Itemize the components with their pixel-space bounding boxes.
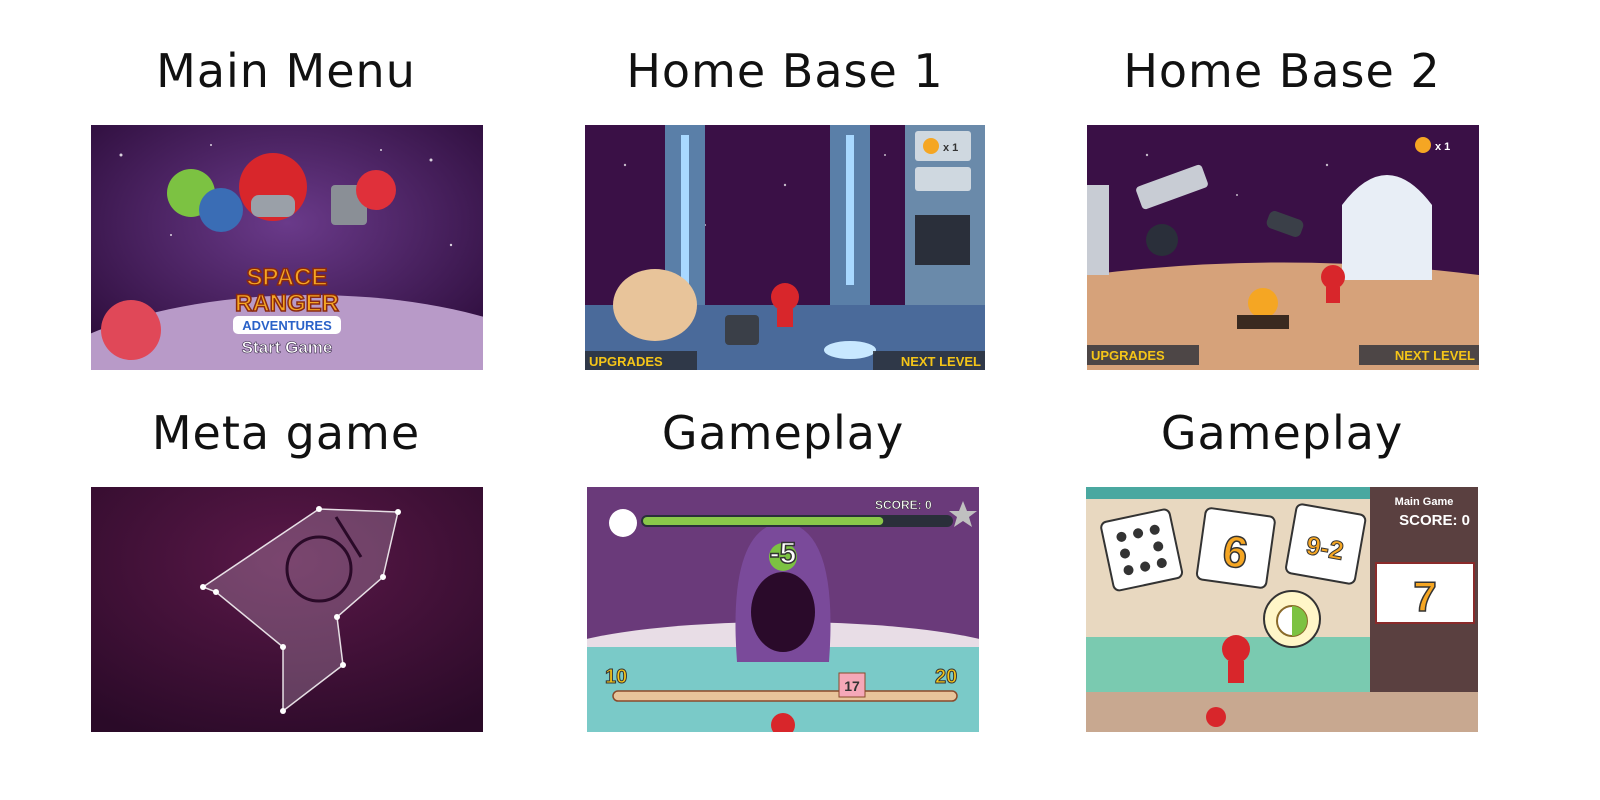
logo-space: SPACE [247,264,328,291]
panel-title-gameplay-2: Gameplay [1160,406,1404,460]
planet-trophy [1248,288,1278,318]
constellation-star[interactable] [395,509,401,515]
current-value: 17 [844,678,860,694]
gameplay-1-screenshot[interactable]: -5 SCORE: 0 10 20 17 [587,487,979,732]
hero-character [1321,265,1345,289]
number-line[interactable] [612,690,958,702]
health-bar-fill [643,517,884,525]
score-label: SCORE: 0 [1399,512,1470,529]
panel-title-gameplay-1: Gameplay [661,406,905,460]
mode-label: Main Game [1395,496,1454,508]
range-min: 10 [605,666,627,688]
constellation-star[interactable] [280,708,286,714]
range-max: 20 [935,666,957,688]
constellation-star[interactable] [200,584,206,590]
cow-character [101,300,161,360]
mini-hero-icon [1206,707,1226,727]
card-equation-value: 9-2 [1304,530,1346,566]
upgrades-button[interactable]: UPGRADES [1091,348,1165,363]
inventory-slot [915,167,971,191]
panel-title-meta-game: Meta game [151,406,421,460]
home-base-2-screenshot[interactable]: x 1 UPGRADES NEXT LEVEL [1087,125,1479,370]
next-level-button[interactable]: NEXT LEVEL [1395,348,1475,363]
logo-adventures: ADVENTURES [242,318,332,333]
constellation-star[interactable] [334,614,340,620]
answer-value: 7 [1413,573,1436,620]
constellation-star[interactable] [380,574,386,580]
constellation-star[interactable] [280,644,286,650]
panel-title-main-menu: Main Menu [156,44,416,98]
logo-ranger: RANGER [235,290,339,317]
score-label: SCORE: 0 [875,498,932,512]
next-level-button[interactable]: NEXT LEVEL [901,354,981,369]
station-tower [1087,185,1109,275]
card-equation[interactable]: 9-2 [1285,503,1367,585]
monster-mouth [751,572,815,652]
upgrades-button[interactable]: UPGRADES [589,354,663,369]
observatory-dome [1342,175,1432,280]
ship-character [613,269,697,341]
monster-value: -5 [770,537,797,570]
medal-icon [1415,137,1431,153]
panel-title-home-base-1: Home Base 1 [626,44,944,98]
robot-helper [725,315,759,345]
blue-ninja-character [199,188,243,232]
badge-count: x 1 [1435,141,1450,153]
constellation-star[interactable] [316,506,322,512]
panel-title-home-base-2: Home Base 2 [1123,44,1441,98]
gameplay-2-screenshot[interactable]: Main Game SCORE: 0 7 6 9-2 [1086,487,1478,732]
constellation-star[interactable] [213,589,219,595]
hero-character [1222,635,1250,663]
player-avatar [609,509,637,537]
badge-count: x 1 [943,142,958,154]
home-base-1-screenshot[interactable]: x 1 UPGRADES NEXT LEVEL [585,125,985,370]
start-game-button[interactable]: Start Game [241,338,333,358]
red-monster-character [356,170,396,210]
card-number[interactable]: 6 [1195,507,1276,589]
hero-character [771,283,799,311]
constellation-star[interactable] [340,662,346,668]
main-menu-screenshot[interactable]: SPACE RANGER ADVENTURES Start Game [91,125,483,370]
card-dice[interactable] [1100,508,1184,592]
exit-pad [824,341,876,359]
meta-game-screenshot[interactable] [91,487,483,732]
medal-icon [923,138,939,154]
console-screen [915,215,970,265]
satellite-dish [1146,224,1178,256]
